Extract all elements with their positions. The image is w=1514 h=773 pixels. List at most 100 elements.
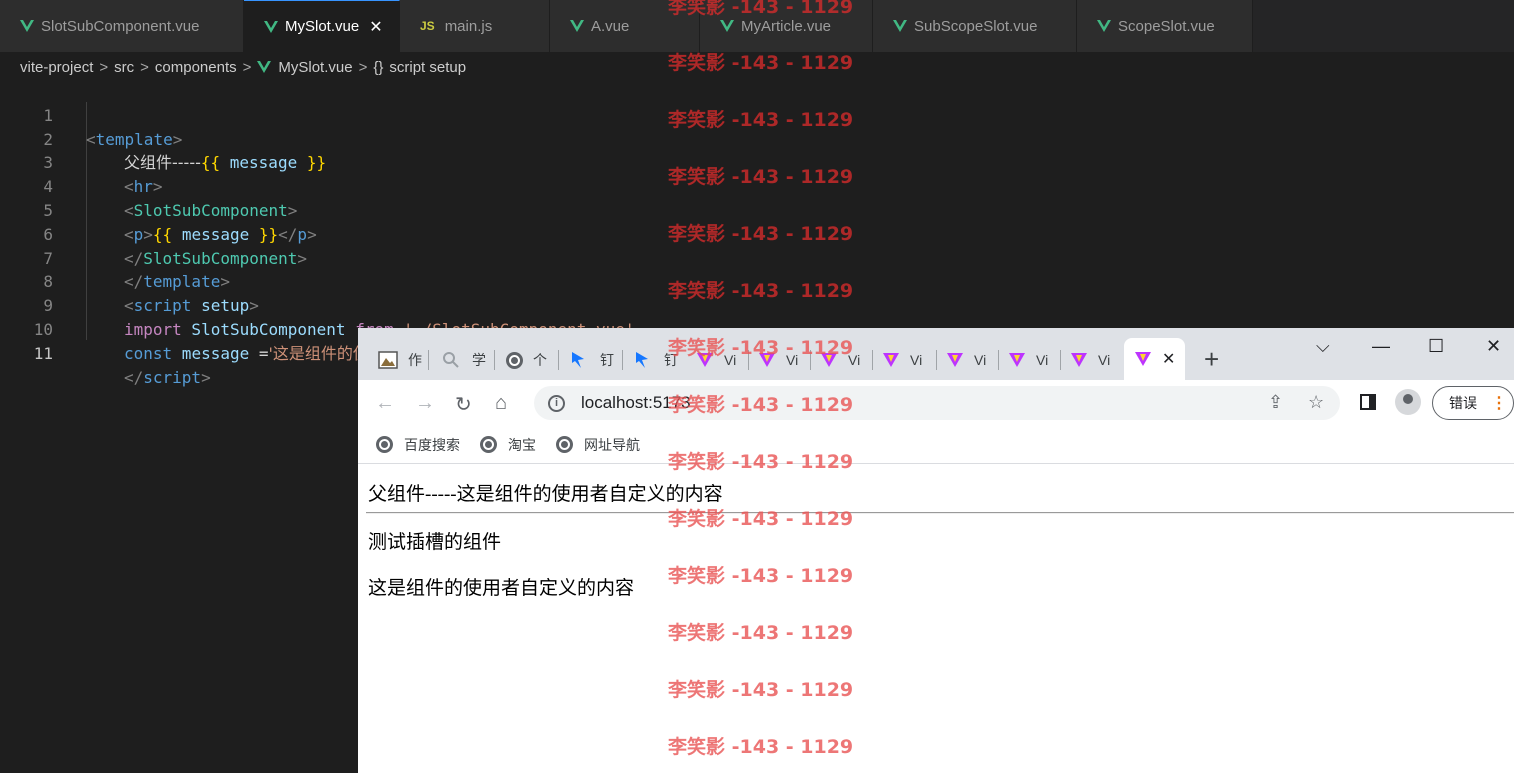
line-number: 11 [33, 343, 53, 363]
watermark-text: 李笑影 -143 - 1129 [668, 52, 854, 74]
browser-tab-active[interactable]: ✕ [1124, 338, 1186, 380]
bookmark-star-icon[interactable]: ☆ [1308, 392, 1324, 413]
tab-label: SubScopeSlot.vue [914, 17, 1038, 35]
browser-tab-label: Vi [910, 352, 923, 368]
vite-icon [697, 353, 713, 367]
browser-tab[interactable]: Vi [1008, 348, 1048, 372]
minimize-button[interactable]: — [1372, 336, 1390, 357]
error-button[interactable]: 错误 ⋮ [1432, 386, 1514, 420]
tab-label: MyArticle.vue [741, 17, 832, 35]
tab-separator [872, 350, 873, 370]
tab-main-js[interactable]: JS main.js [400, 0, 550, 52]
breadcrumb-separator: > [99, 58, 109, 76]
code-line: 4 <SlotSubComponent> [0, 151, 1514, 220]
code-line: 2 父组件-----{{ message }} [0, 104, 1514, 173]
code-token: message [172, 343, 259, 363]
bookmark-item[interactable]: 淘宝 [480, 435, 536, 455]
error-button-label: 错误 [1449, 395, 1477, 411]
tab-label: main.js [444, 17, 493, 35]
vite-icon [1135, 352, 1151, 366]
forward-button[interactable]: → [415, 392, 435, 415]
new-tab-button[interactable]: + [1204, 344, 1219, 375]
back-button[interactable]: ← [375, 392, 395, 415]
page-heading-text: 父组件-----这是组件的使用者自定义的内容 [368, 484, 723, 505]
vite-icon [947, 353, 963, 367]
code-line: 8 <script setup> [0, 247, 1514, 315]
browser-tab-label: Vi [848, 352, 861, 368]
bookmark-label: 网址导航 [584, 436, 640, 453]
tab-a-vue[interactable]: A.vue [550, 0, 700, 52]
code-line: 3 <hr> [0, 128, 1514, 196]
browser-tab[interactable]: Vi [1070, 348, 1110, 372]
browser-tab[interactable]: 学 [442, 348, 486, 372]
bookmark-item[interactable]: 网址导航 [556, 435, 640, 455]
code-line: 9 import SlotSubComponent from './SlotSu… [0, 270, 1514, 339]
browser-tab[interactable]: Vi [820, 348, 860, 372]
browser-tab[interactable]: Vi [882, 348, 922, 372]
page-text-line: 这是组件的使用者自定义的内容 [368, 578, 635, 599]
browser-tab-label: Vi [1098, 352, 1111, 368]
browser-tab[interactable]: Vi [758, 348, 798, 372]
browser-tab-label: Vi [724, 352, 737, 368]
breadcrumb-item[interactable]: script setup [389, 59, 466, 76]
breadcrumb-item[interactable]: MySlot.vue [278, 59, 352, 76]
browser-window: 作 学 个 钉 钉 Vi Vi Vi Vi Vi Vi Vi ✕ + ⌵ — ☐… [358, 328, 1514, 773]
tab-label: SlotSubComponent.vue [41, 17, 200, 35]
tab-separator [1060, 350, 1061, 370]
share-icon[interactable]: ⇪ [1268, 392, 1283, 413]
code-line: 7 </template> [0, 223, 1514, 292]
page-text-line: 测试插槽的组件 [368, 532, 502, 553]
braces-icon: {} [373, 58, 384, 76]
tab-myarticle[interactable]: MyArticle.vue [700, 0, 873, 52]
vue-icon [893, 20, 907, 32]
breadcrumb-item[interactable]: vite-project [20, 59, 93, 76]
browser-tab[interactable]: Vi [696, 348, 736, 372]
window-close-button[interactable]: ✕ [1486, 336, 1501, 357]
maximize-button[interactable]: ☐ [1428, 336, 1444, 357]
tab-slotsubcomponent[interactable]: SlotSubComponent.vue [0, 0, 244, 52]
vite-icon [1071, 353, 1087, 367]
tab-subscopeslot[interactable]: SubScopeSlot.vue [873, 0, 1077, 52]
browser-tab[interactable]: 钉 [570, 348, 614, 372]
home-button[interactable]: ⌂ [495, 392, 507, 415]
tab-scopeslot[interactable]: ScopeSlot.vue [1077, 0, 1253, 52]
vue-icon [570, 20, 584, 32]
code-token: > [201, 367, 211, 387]
menu-icon[interactable]: ⋮ [1491, 393, 1507, 413]
browser-tab[interactable]: 钉 [634, 348, 678, 372]
browser-tab-label: 作 [408, 352, 422, 368]
url-text[interactable]: localhost:5173 [581, 393, 691, 413]
browser-tab[interactable]: 作 [378, 348, 422, 372]
js-icon: JS [420, 19, 435, 33]
reload-button[interactable]: ↻ [455, 392, 472, 417]
vue-icon [257, 61, 272, 73]
bookmark-item[interactable]: 百度搜索 [376, 435, 460, 455]
tab-label: MySlot.vue [285, 18, 360, 35]
browser-toolbar: ← → ↻ ⌂ i localhost:5173 ⇪ ☆ 错误 ⋮ [358, 380, 1514, 426]
browser-tab-label: 学 [472, 352, 486, 368]
browser-tab[interactable]: Vi [946, 348, 986, 372]
browser-tab-strip: 作 学 个 钉 钉 Vi Vi Vi Vi Vi Vi Vi ✕ + ⌵ — ☐… [358, 328, 1514, 380]
close-icon[interactable]: ✕ [1162, 349, 1175, 369]
image-icon [378, 351, 398, 369]
globe-icon [480, 436, 497, 453]
profile-avatar[interactable] [1395, 389, 1421, 415]
breadcrumb-separator: > [140, 58, 149, 76]
browser-tab-label: Vi [974, 352, 987, 368]
close-icon[interactable]: ✕ [369, 17, 382, 37]
tab-separator [622, 350, 623, 370]
vite-icon [1009, 353, 1025, 367]
browser-tab-label: Vi [1036, 352, 1049, 368]
code-line: 6 </SlotSubComponent> [0, 199, 1514, 268]
tab-myslot[interactable]: MySlot.vue ✕ [244, 0, 400, 52]
breadcrumb-item[interactable]: src [114, 59, 134, 76]
browser-tab[interactable]: 个 [506, 348, 547, 372]
bookmark-label: 百度搜索 [404, 436, 460, 453]
info-icon[interactable]: i [548, 394, 565, 412]
breadcrumb-item[interactable]: components [155, 59, 237, 76]
code-editor[interactable]: 1 <template> 2 父组件-----{{ message }} 3 <… [0, 80, 1514, 387]
vue-icon [264, 20, 278, 33]
tab-search-dropdown-icon[interactable]: ⌵ [1316, 336, 1330, 357]
address-bar[interactable]: i localhost:5173 ⇪ ☆ [534, 386, 1340, 420]
side-panel-icon[interactable] [1360, 394, 1376, 410]
